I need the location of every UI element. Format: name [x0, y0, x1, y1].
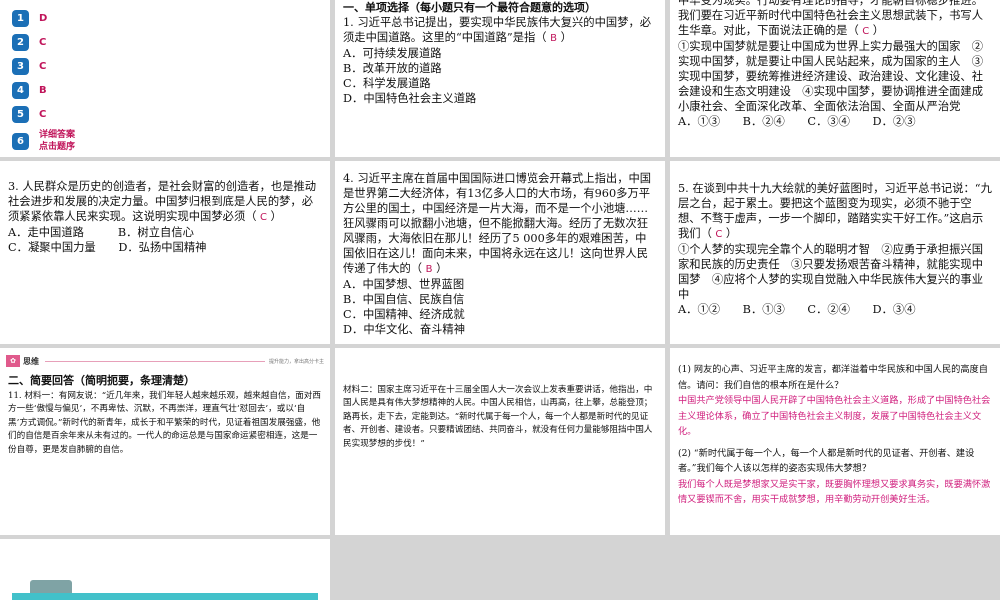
- answer-item-5[interactable]: 5 C: [12, 102, 330, 126]
- question-3-paren: ）: [270, 210, 282, 223]
- click-question-number-label[interactable]: 点击题序: [39, 141, 75, 153]
- thinking-icon: ✿: [6, 355, 20, 367]
- answer-item-1[interactable]: 1 D: [12, 6, 330, 30]
- question-1-text: 1. 习近平总书记提出，要实现中华民族伟大复兴的中国梦，必须走中国道路。这里的“…: [343, 16, 652, 44]
- section-title-single-choice: 一、单项选择（每小题只有一个最符合题意的选项）: [343, 1, 596, 14]
- options-row-2: C．凝聚中国力量 D．弘扬中国精神: [8, 241, 207, 254]
- question-number-badge[interactable]: 2: [12, 33, 29, 51]
- question-number-badge[interactable]: 1: [12, 9, 29, 27]
- question-2-text: 中华变为现实。行动要有理论的指导，才能朝目标稳步推进。我们要在习近平新时代中国特…: [678, 0, 984, 37]
- material-2-text: 材料二：国家主席习近平在十三届全国人大一次会议上发表重要讲话，他指出，中国人民是…: [343, 385, 653, 449]
- option-c: C．科学发展道路: [343, 77, 431, 90]
- question-1-paren: ）: [560, 31, 572, 44]
- option-a: A．可持续发展道路: [343, 47, 442, 60]
- banner-divider: [45, 360, 265, 362]
- answer-letter: B: [39, 84, 47, 96]
- question-2-answer: C: [862, 26, 870, 37]
- question-5-panel: 5. 在谈到中共十九大绘就的美好蓝图时，习近平总书记说：“九层之台，起于累土。要…: [670, 161, 1000, 344]
- answer-letter: C: [39, 60, 47, 72]
- option-d: D．中华文化、奋斗精神: [343, 323, 466, 336]
- question-1-stem: 1. 习近平总书记提出，要实现中华民族伟大复兴的中国梦，必须走中国道路。这里的“…: [343, 15, 657, 46]
- question-3-panel: 3. 人民群众是历史的创造者，是社会财富的创造者，也是推动社会进步和发展的决定力…: [0, 161, 330, 344]
- answer-item-6[interactable]: 6 详细答案 点击题序: [12, 126, 330, 156]
- answer-letter: D: [39, 12, 48, 24]
- thinking-label: 思维: [23, 356, 39, 366]
- short-answer-panel: ✿ 思维 提升能力，拿出高分卡主 二、简要回答（简明扼要，条理清楚） 11. 材…: [0, 348, 330, 535]
- question-4-answer: B: [425, 264, 433, 275]
- sub-questions-panel: (1) 网友的心声、习近平主席的发言，都洋溢着中华民族和中国人民的高度自信。请问…: [670, 348, 1000, 535]
- question-5-stem: 5. 在谈到中共十九大绘就的美好蓝图时，习近平总书记说：“九层之台，起于累土。要…: [678, 181, 992, 242]
- answer-letter: C: [39, 108, 47, 120]
- question-4-text: 4. 习近平主席在首届中国国际进口博览会开幕式上指出，中国是世界第二大经济体，有…: [343, 172, 652, 275]
- options-row-1: A．走中国道路 B．树立自信心: [8, 226, 194, 239]
- question-5-options: A．①② B．①③ C．②④ D．③④: [678, 303, 916, 316]
- question-5-statements: ①个人梦的实现完全靠个人的聪明才智 ②应勇于承担振兴国家和民族的历史责任 ③只要…: [678, 243, 984, 301]
- answer-letter: C: [39, 36, 47, 48]
- question-5-answer: C: [715, 229, 723, 240]
- question-4-panel: 4. 习近平主席在首届中国国际进口博览会开幕式上指出，中国是世界第二大经济体，有…: [335, 161, 665, 344]
- question-number-badge[interactable]: 6: [12, 132, 29, 150]
- sub-question-1: (1) 网友的心声、习近平主席的发言，都洋溢着中华民族和中国人民的高度自信。请问…: [678, 364, 988, 391]
- question-2-stem: 中华变为现实。行动要有理论的指导，才能朝目标稳步推进。我们要在习近平新时代中国特…: [678, 0, 992, 39]
- next-slide-thumbnail[interactable]: [0, 539, 330, 600]
- sub-answer-1: 中国共产党领导中国人民开辟了中国特色社会主义道路，形成了中国特色社会主义理论体系…: [678, 395, 991, 437]
- question-2-options: A．①③ B．②④ C．③④ D．②③: [678, 115, 916, 128]
- section-title-short-answer: 二、简要回答（简明扼要，条理清楚）: [8, 374, 195, 387]
- answer-item-2[interactable]: 2 C: [12, 30, 330, 54]
- question-3-stem: 3. 人民群众是历史的创造者，是社会财富的创造者，也是推动社会进步和发展的决定力…: [8, 179, 322, 225]
- question-2-paren: ）: [872, 24, 885, 37]
- thumbnail-accent-bar: [12, 593, 318, 600]
- sub-answer-2: 我们每个人既是梦想家又是实干家，既要胸怀理想又要求真务实，既要满怀激情又要锲而不…: [678, 478, 991, 506]
- option-b: B．中国自信、民族自信: [343, 293, 465, 306]
- question-2-panel: 中华变为现实。行动要有理论的指导，才能朝目标稳步推进。我们要在习近平新时代中国特…: [670, 0, 1000, 157]
- option-a: A．中国梦想、世界蓝图: [343, 278, 465, 291]
- question-number-badge[interactable]: 3: [12, 57, 29, 75]
- option-c: C．中国精神、经济成就: [343, 308, 465, 321]
- question-2-statements: ①实现中国梦就是要让中国成为世界上实力最强大的国家 ②实现中国梦，就是要让中国人…: [678, 40, 984, 113]
- question-4-paren: ）: [436, 262, 448, 275]
- question-4-stem: 4. 习近平主席在首届中国国际进口博览会开幕式上指出，中国是世界第二大经济体，有…: [343, 171, 657, 277]
- material-2-panel: 材料二：国家主席习近平在十三届全国人大一次会议上发表重要讲话，他指出，中国人民是…: [335, 348, 665, 535]
- answer-item-4[interactable]: 4 B: [12, 78, 330, 102]
- detail-answer-label[interactable]: 详细答案: [39, 129, 75, 141]
- question-3-answer: C: [260, 212, 268, 223]
- banner-slogan: 提升能力，拿出高分卡主: [268, 358, 324, 365]
- option-d: D．中国特色社会主义道路: [343, 92, 477, 105]
- question-1-answer: B: [550, 33, 558, 44]
- option-b: B．改革开放的道路: [343, 62, 442, 75]
- question-5-paren: ）: [725, 227, 738, 240]
- sub-question-2: (2) “新时代属于每一个人，每一个人都是新时代的见证者、开创者、建设者。”我们…: [678, 447, 975, 475]
- question-number-badge[interactable]: 4: [12, 81, 29, 99]
- detail-answer-link[interactable]: 详细答案 点击题序: [39, 129, 75, 153]
- thinking-banner: ✿ 思维 提升能力，拿出高分卡主: [0, 354, 330, 368]
- answer-item-3[interactable]: 3 C: [12, 54, 330, 78]
- answer-list: 1 D 2 C 3 C 4 B 5 C 6 详细答案 点击题序: [0, 0, 330, 156]
- question-1-panel: 一、单项选择（每小题只有一个最符合题意的选项） 1. 习近平总书记提出，要实现中…: [335, 0, 665, 157]
- material-1-text: 11. 材料一：有网友说：“近几年来，我们年轻人越来越乐观，越来越自信，面对西方…: [8, 391, 321, 455]
- question-number-badge[interactable]: 5: [12, 105, 29, 123]
- answer-key-panel: 1 D 2 C 3 C 4 B 5 C 6 详细答案 点击题序: [0, 0, 330, 157]
